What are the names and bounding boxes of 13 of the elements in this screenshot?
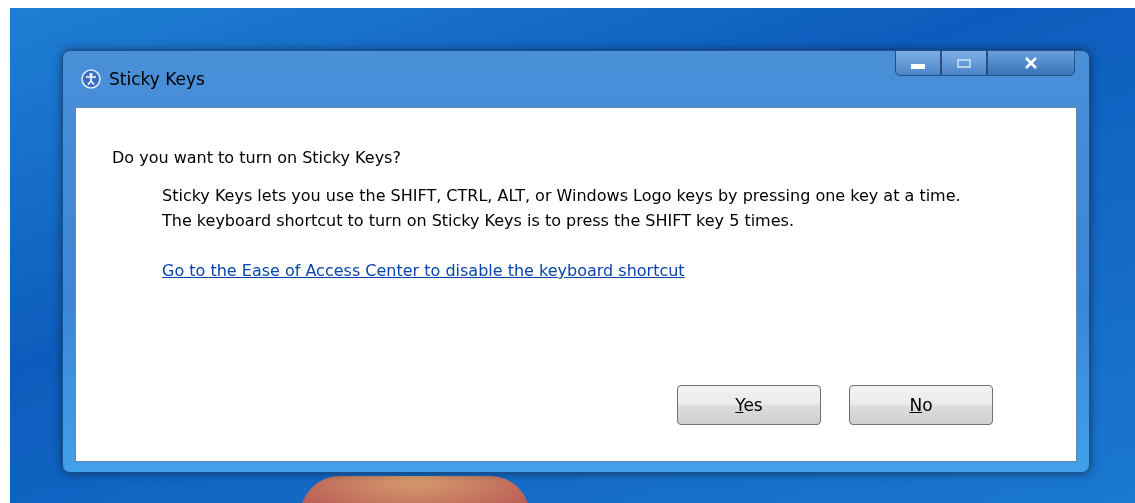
maximize-icon <box>957 58 971 68</box>
description-text: Sticky Keys lets you use the SHIFT, CTRL, ALT, or Windows Logo keys by pressing one key at a time. The keyboard shortcut to turn on Sticky Keys is to press the SHIFT key 5 times. <box>162 185 962 232</box>
maximize-button[interactable] <box>941 50 987 76</box>
ease-of-access-link[interactable]: Go to the Ease of Access Center to disable the keyboard shortcut <box>162 261 685 280</box>
yes-button[interactable]: Yes <box>677 385 821 425</box>
close-button[interactable] <box>987 50 1075 76</box>
question-text: Do you want to turn on Sticky Keys? <box>112 148 402 167</box>
minimize-icon <box>911 63 925 69</box>
window-title: Sticky Keys <box>109 69 205 89</box>
accessibility-icon <box>81 69 101 89</box>
close-icon <box>1024 57 1038 69</box>
no-button[interactable]: No <box>849 385 993 425</box>
minimize-button[interactable] <box>895 50 941 76</box>
